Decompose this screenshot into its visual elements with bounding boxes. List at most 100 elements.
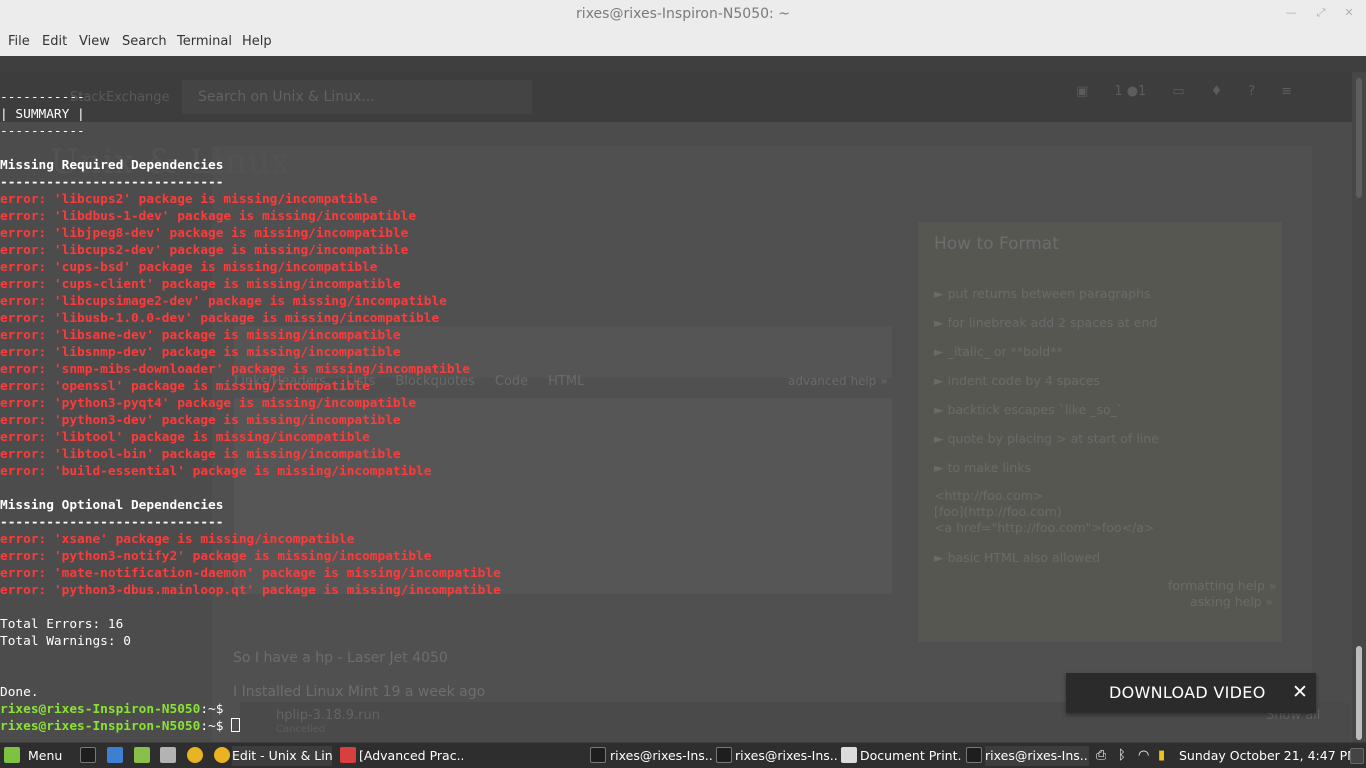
pdf-window-icon (340, 747, 356, 763)
menu-terminal[interactable]: Terminal (177, 34, 232, 49)
terminal-prompt-line: rixes@rixes-Inspiron-N5050:~$ (0, 701, 501, 718)
taskbar-window-edit-unix[interactable]: Edit - Unix & Lin... (232, 746, 332, 766)
achievements-icon: ♦ (1210, 84, 1223, 99)
text-cursor (231, 718, 241, 732)
terminal-error-line: error: 'openssl' package is missing/inco… (0, 379, 370, 394)
clock[interactable]: Sunday October 21, 4:47 PM (1179, 746, 1358, 766)
menu-help[interactable]: Help (242, 34, 272, 49)
window-titlebar[interactable]: rixes@rixes-Inspiron-N5050: ~ — ⤢ ✕ (0, 0, 1366, 30)
menu-view[interactable]: View (79, 34, 110, 49)
taskbar-window-terminal-3[interactable]: rixes@rixes-Ins... (985, 746, 1089, 766)
format-tip: ► indent code by 4 spaces (934, 373, 1100, 388)
prompt-user-host: rixes@rixes-Inspiron-N5050 (0, 719, 201, 734)
help-icon: ? (1248, 84, 1256, 99)
bluetooth-icon[interactable]: ᛒ (1118, 746, 1126, 766)
terminal-line: ----------------------------- (0, 515, 224, 530)
chrome-launcher-icon[interactable] (187, 747, 203, 763)
terminal-error-line: error: 'libtool' package is missing/inco… (0, 430, 370, 445)
minimize-icon[interactable]: — (1284, 6, 1298, 20)
taskbar-window-advanced-prac[interactable]: [Advanced Prac... (359, 746, 463, 766)
advanced-help-link: advanced help » (788, 374, 888, 388)
taskbar-window-document-print[interactable]: Document Print... (860, 746, 962, 766)
wifi-icon[interactable]: ◠ (1138, 746, 1149, 766)
download-video-popup[interactable]: DOWNLOAD VIDEO ✕ (1066, 673, 1316, 713)
format-tip: ► quote by placing > at start of line (934, 431, 1159, 446)
prompt-suffix: :~$ (200, 719, 224, 734)
terminal-line: ----------- (0, 90, 85, 105)
maximize-icon[interactable]: ⤢ (1314, 6, 1328, 20)
terminal-error-line: error: 'xsane' package is missing/incomp… (0, 532, 355, 547)
menu-search[interactable]: Search (122, 34, 167, 49)
printer-window-icon (841, 747, 857, 763)
terminal-error-line: error: 'libtool-bin' package is missing/… (0, 447, 401, 462)
files-launcher-icon[interactable] (134, 747, 150, 763)
reputation-count: 1 ●1 (1114, 84, 1147, 99)
terminal-window-icon (716, 747, 732, 763)
terminal-menubar: File Edit View Search Terminal Help (0, 30, 1366, 57)
calculator-launcher-icon[interactable] (160, 747, 176, 763)
taskbar-window-terminal-2[interactable]: rixes@rixes-Ins... (735, 746, 837, 766)
header-icons: ▣ 1 ●1 ▭ ♦? ≡ (1076, 84, 1318, 99)
inbox-icon: ▭ (1172, 84, 1185, 99)
terminal-error-line: error: 'libcupsimage2-dev' package is mi… (0, 294, 447, 309)
taskbar-window-terminal-1[interactable]: rixes@rixes-Ins... (610, 746, 714, 766)
terminal-error-line: error: 'python3-notify2' package is miss… (0, 549, 432, 564)
terminal-error-line: error: 'build-essential' package is miss… (0, 464, 432, 479)
terminal-line: Total Warnings: 0 (0, 634, 131, 649)
terminal-output[interactable]: ----------- | SUMMARY | ----------- Missing… (0, 89, 501, 735)
format-example: <a href="http://foo.com">foo</a> (934, 520, 1155, 535)
terminal-line: Missing Optional Dependencies (0, 498, 224, 513)
terminal-scrollbar[interactable] (1356, 646, 1362, 740)
battery-icon[interactable]: ▮ (1158, 746, 1165, 766)
terminal-error-line: error: 'cups-bsd' package is missing/inc… (0, 260, 378, 275)
mint-menu-icon[interactable] (4, 747, 20, 763)
format-tip: ► _italic_ or **bold** (934, 344, 1063, 359)
terminal-launcher-icon[interactable] (80, 747, 96, 763)
menu-edit[interactable]: Edit (42, 34, 67, 49)
terminal-error-line: error: 'libdbus-1-dev' package is missin… (0, 209, 417, 224)
close-window-icon[interactable]: ✕ (1342, 6, 1356, 20)
terminal-error-line: error: 'libjpeg8-dev' package is missing… (0, 226, 409, 241)
terminal-line: Total Errors: 16 (0, 617, 124, 632)
terminal-line: Done. (0, 685, 39, 700)
terminal-window-icon (966, 747, 982, 763)
chrome-window-icon (214, 747, 230, 763)
network-launcher-icon[interactable] (107, 747, 123, 763)
terminal-line: Missing Required Dependencies (0, 158, 224, 173)
window-title: rixes@rixes-Inspiron-N5050: ~ (576, 6, 790, 22)
terminal-error-line: error: 'python3-dev' package is missing/… (0, 413, 401, 428)
prompt-user-host: rixes@rixes-Inspiron-N5050 (0, 702, 201, 717)
terminal-prompt-line: rixes@rixes-Inspiron-N5050:~$ (0, 718, 501, 735)
terminal-error-line: error: 'libcups2-dev' package is missing… (0, 243, 409, 258)
menu-file[interactable]: File (8, 34, 30, 49)
download-video-label[interactable]: DOWNLOAD VIDEO (1109, 683, 1266, 702)
terminal-error-line: error: 'libsane-dev' package is missing/… (0, 328, 401, 343)
terminal-window-icon (590, 747, 606, 763)
how-to-format-title: How to Format (934, 234, 1059, 254)
browser-toolbar (0, 56, 1366, 72)
close-icon[interactable]: ✕ (1292, 681, 1308, 703)
printer-tray-icon[interactable]: ⎙ (1096, 746, 1106, 766)
terminal-line: | SUMMARY | (0, 107, 85, 122)
menu-button[interactable]: Menu (28, 746, 62, 766)
formatting-help-link: formatting help » (1168, 578, 1277, 593)
page-scrollbar (1352, 72, 1366, 742)
prompt-suffix: :~$ (200, 702, 224, 717)
site-switcher-icon: ≡ (1281, 84, 1293, 99)
terminal-error-line: error: 'libusb-1.0.0-dev' package is mis… (0, 311, 440, 326)
taskbar: Menu Edit - Unix & Lin... [Advanced Prac… (0, 742, 1366, 768)
terminal-error-line: error: 'libcups2' package is missing/inc… (0, 192, 378, 207)
format-tip: ► basic HTML also allowed (934, 550, 1101, 565)
format-tip: ► to make links (934, 460, 1032, 475)
asking-help-link: asking help » (1190, 594, 1274, 609)
terminal-error-line: error: 'cups-client' package is missing/… (0, 277, 401, 292)
show-desktop-icon[interactable] (1350, 748, 1364, 764)
terminal-error-line: error: 'snmp-mibs-downloader' package is… (0, 362, 470, 377)
format-tip: ► put returns between paragraphs (934, 286, 1151, 301)
format-tip: ► for linebreak add 2 spaces at end (934, 315, 1158, 330)
